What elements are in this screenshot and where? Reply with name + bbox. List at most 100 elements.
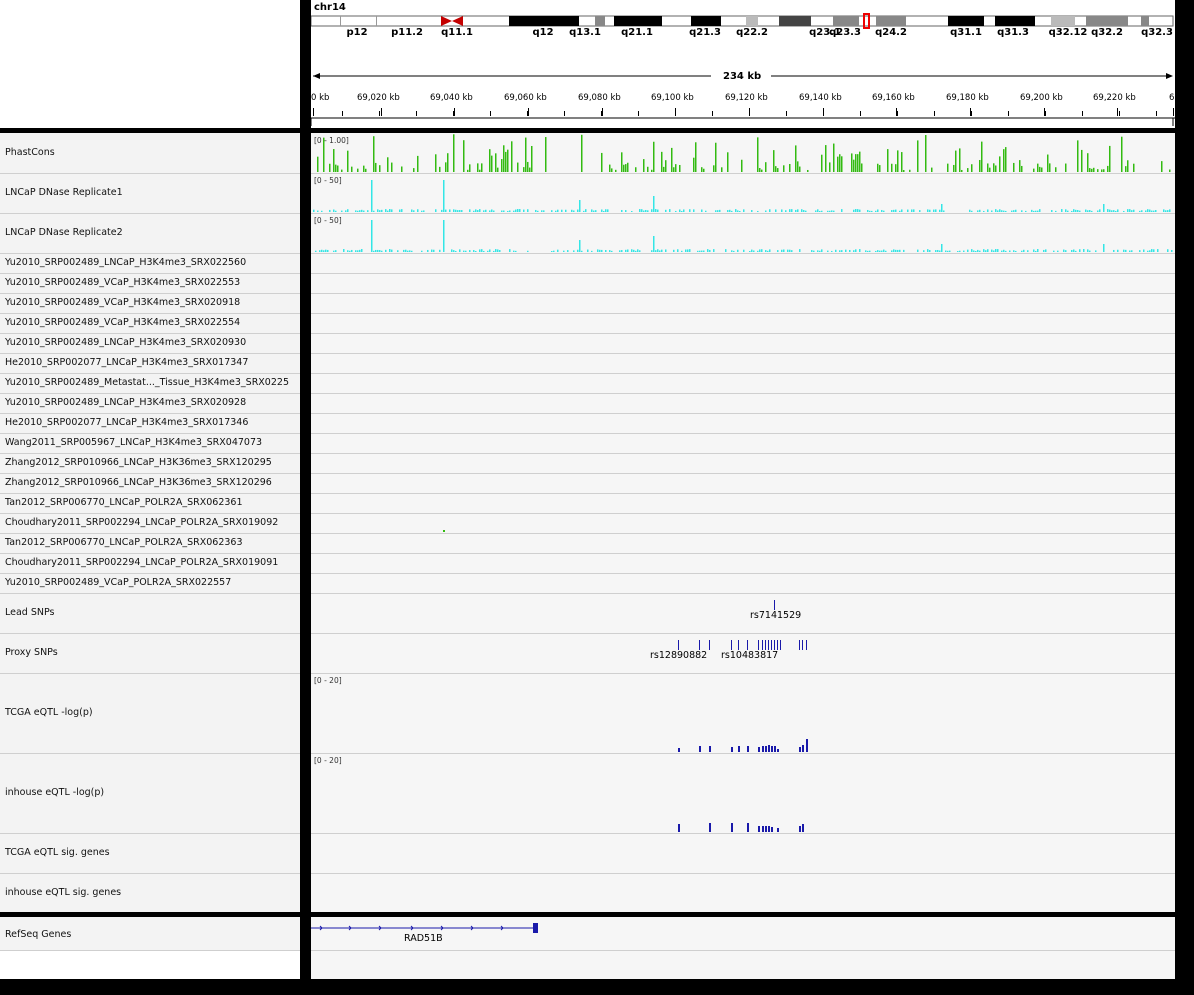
phastcons-bar (727, 152, 729, 172)
dnase-bar (455, 250, 457, 252)
dnase-bar (379, 250, 381, 252)
tcga-eqtl-bar (731, 747, 733, 752)
track-separator (0, 353, 300, 354)
dnase-bar (411, 250, 413, 252)
proxy-snp-marker (780, 640, 781, 650)
dnase-bar (1061, 209, 1063, 212)
dnase-bar (719, 209, 721, 212)
track-label-inhousesig[interactable]: inhouse eQTL sig. genes (5, 887, 121, 898)
track-label-proxy[interactable]: Proxy SNPs (5, 648, 58, 658)
gene-model[interactable] (311, 917, 1175, 979)
proxy-snp-marker (709, 640, 710, 650)
gene-data-panel[interactable]: RAD51B (311, 917, 1175, 979)
track-label-chip12[interactable]: Zhang2012_SRP010966_LNCaP_H3K36me3_SRX12… (5, 478, 272, 488)
dnase-bar (661, 249, 663, 252)
dnase-bar (1095, 250, 1097, 252)
track-label-chip8[interactable]: Yu2010_SRP002489_LNCaP_H3K4me3_SRX020928 (5, 398, 246, 408)
dnase-bar (507, 210, 509, 212)
track-separator (0, 393, 300, 394)
track-separator (0, 273, 300, 274)
track-label-dnase1[interactable]: LNCaP DNase Replicate1 (5, 188, 123, 198)
dnase-bar (469, 250, 471, 252)
dnase-bar (969, 209, 971, 212)
track-label-phastcons[interactable]: PhastCons (5, 148, 55, 158)
dnase-bar (899, 249, 901, 252)
track-label-chip13[interactable]: Tan2012_SRP006770_LNCaP_POLR2A_SRX062361 (5, 498, 243, 508)
dnase-bar (737, 249, 739, 252)
track-label-chip3[interactable]: Yu2010_SRP002489_VCaP_H3K4me3_SRX020918 (5, 298, 240, 308)
dnase-bar (517, 209, 519, 212)
dnase-bar (757, 250, 759, 252)
phastcons-bar (837, 156, 839, 172)
phastcons-bar (413, 168, 415, 172)
phastcons-bar (1107, 165, 1109, 172)
dnase-bar (463, 250, 465, 252)
dnase-bar (361, 249, 363, 252)
dnase-bar (633, 249, 635, 252)
phastcons-bar (955, 150, 957, 172)
phastcons-bar (1081, 149, 1083, 172)
track-data-panel[interactable]: [0 - 1.00] [0 - 50] [0 - 50] [0 - 20] [0 - 2… (311, 133, 1175, 912)
gene-label: RAD51B (404, 933, 443, 944)
inhouse-eqtl-bar (771, 827, 773, 832)
track-label-chip7[interactable]: Yu2010_SRP002489_Metastat..._Tissue_H3K4… (5, 378, 289, 388)
phastcons-bar (857, 154, 859, 172)
track-label-chip5[interactable]: Yu2010_SRP002489_LNCaP_H3K4me3_SRX020930 (5, 338, 246, 348)
ruler-minor-tick (1119, 111, 1120, 116)
track-label-chip6[interactable]: He2010_SRP002077_LNCaP_H3K4me3_SRX017347 (5, 358, 248, 368)
track-label-chip11[interactable]: Zhang2012_SRP010966_LNCaP_H3K36me3_SRX12… (5, 458, 272, 468)
track-label-chip10[interactable]: Wang2011_SRP005967_LNCaP_H3K4me3_SRX0470… (5, 438, 262, 448)
track-label-tcga[interactable]: TCGA eQTL -log(p) (5, 708, 93, 718)
inhouse-eqtl-bar (678, 824, 680, 832)
tcga-eqtl-bar (806, 739, 808, 752)
dnase-bar (627, 249, 629, 252)
ruler-minor-tick (638, 111, 639, 116)
phastcons-bar (611, 168, 613, 172)
dnase-bar (401, 209, 403, 212)
dnase-bar (455, 209, 457, 212)
track-range-dnase1: [0 - 50] (314, 176, 342, 185)
track-label-dnase2[interactable]: LNCaP DNase Replicate2 (5, 228, 123, 238)
dnase-bar (1131, 210, 1133, 212)
track-label-chip9[interactable]: He2010_SRP002077_LNCaP_H3K4me3_SRX017346 (5, 418, 248, 428)
dnase-bar (1085, 209, 1087, 212)
dnase-bar (345, 210, 347, 212)
dnase-bar (605, 250, 607, 252)
track-label-chip2[interactable]: Yu2010_SRP002489_VCaP_H3K4me3_SRX022553 (5, 278, 240, 288)
ideogram-ruler-panel[interactable]: chr14 p12 p11.2 q11.1 q12 q13.1 q21.1 q21.3 q22… (311, 0, 1175, 128)
chip-signal-dot (443, 530, 445, 532)
dnase-bar (765, 250, 767, 252)
track-label-inhouse[interactable]: inhouse eQTL -log(p) (5, 788, 104, 798)
dnase-bar (469, 209, 471, 212)
inhouse-eqtl-bar (731, 823, 733, 832)
phastcons-bar (489, 149, 491, 172)
track-label-chip4[interactable]: Yu2010_SRP002489_VCaP_H3K4me3_SRX022554 (5, 318, 240, 328)
dnase-bar (399, 209, 401, 212)
dnase-bar (1065, 209, 1067, 212)
dnase-bar (1065, 250, 1067, 252)
phastcons-bar (897, 150, 899, 172)
track-label-chip16[interactable]: Choudhary2011_SRP002294_LNCaP_POLR2A_SRX… (5, 558, 278, 568)
phastcons-bar (673, 167, 675, 172)
track-label-chip15[interactable]: Tan2012_SRP006770_LNCaP_POLR2A_SRX062363 (5, 538, 243, 548)
track-label-chip17[interactable]: Yu2010_SRP002489_VCaP_POLR2A_SRX022557 (5, 578, 231, 588)
dnase-bar (347, 250, 349, 252)
dnase-bar (827, 210, 829, 212)
dnase-bar (727, 210, 729, 212)
dnase-bar (1003, 210, 1005, 212)
dnase-bar (971, 210, 973, 212)
ruler-tick-label: 69,020 kb (357, 93, 400, 103)
dnase-bar (875, 210, 877, 212)
dnase-bar (579, 200, 581, 212)
dnase-bar (493, 210, 495, 212)
dnase-bar (855, 249, 857, 252)
dnase-bar (665, 209, 667, 212)
dnase-bar (855, 209, 857, 212)
track-label-chip14[interactable]: Choudhary2011_SRP002294_LNCaP_POLR2A_SRX… (5, 518, 278, 528)
dnase-bar (413, 210, 415, 212)
tcga-eqtl-bar (699, 746, 701, 752)
dnase-bar (853, 209, 855, 212)
track-label-chip1[interactable]: Yu2010_SRP002489_LNCaP_H3K4me3_SRX022560 (5, 258, 246, 268)
track-label-lead[interactable]: Lead SNPs (5, 608, 55, 618)
track-label-tcgasig[interactable]: TCGA eQTL sig. genes (5, 848, 110, 858)
